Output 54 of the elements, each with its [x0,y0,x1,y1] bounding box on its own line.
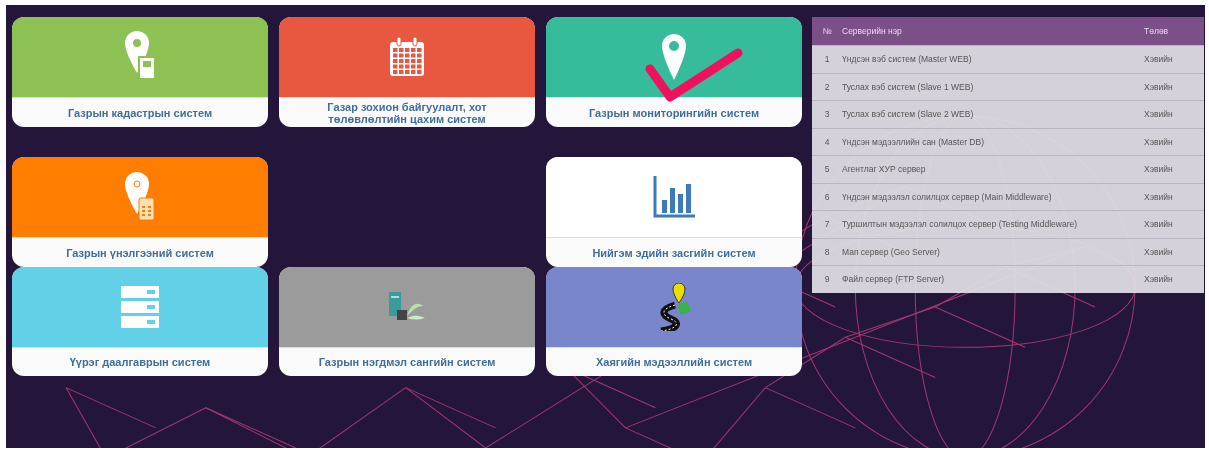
table-cell-text: Агентлаг ХУР сервер [842,164,927,175]
table-cell-text: Хэвийн [1144,219,1174,230]
table-cell-text: Файл сервер (FTP Server) [842,274,946,285]
tile-label: Нийгэм эдийн засгийн систем [591,245,757,261]
table-cell-text: Туслах вэб систем (Slave 2 WEB) [842,109,975,120]
system-tile[interactable]: Газрын мониторингийн систем [546,17,802,127]
table-cell-text: Хэвийн [1144,274,1174,285]
computer-plant-icon [387,292,427,322]
table-cell-text: Туршилтын мэдээлэл солилцох сервер (Testing Middleware) [842,219,1079,230]
table-cell-text: 9 [823,274,831,285]
table-cell-text: Хэвийн [1144,81,1174,92]
table-cell-text: 8 [823,246,831,257]
table-cell-text: 4 [823,136,831,147]
table-cell-text: Үндсэн мэдээллийн сан (Master DB) [842,136,985,147]
tile-label: Газрын мониторингийн систем [587,105,761,121]
tile-label: Газрын үнэлгээний систем [65,245,215,261]
table-cell-text: Хэвийн [1144,191,1174,202]
table-cell-text: Туслах вэб систем (Slave 1 WEB) [842,81,975,92]
tile-label: Газрын кадастрын систем [66,105,214,121]
column-header: Төлөв [1144,26,1170,36]
column-header: № [821,26,833,36]
column-header: Серверийн нэр [842,26,903,36]
table-cell-text: 2 [823,81,831,92]
system-tile[interactable]: Газрын нэгдмэл сангийн систем [279,267,535,376]
table-cell-text: 1 [823,54,831,65]
table-cell-text: Хэвийн [1144,109,1174,120]
road-map-pin-icon [657,283,691,331]
table-cell-text: Хэвийн [1144,136,1174,147]
system-tile[interactable]: Нийгэм эдийн засгийн систем [546,157,802,267]
tile-label: Үүрэг даалгаврын систем [68,355,212,370]
table-cell-text: Хэвийн [1144,246,1174,257]
table-cell-text: 3 [823,109,831,120]
checkmark-icon [644,47,744,105]
tile-label: Газар зохион байгуулалт, хот төлөвлөлтийн цахим систем [326,99,488,127]
table-cell-text: 7 [823,219,831,230]
tile-label: Газрын нэгдмэл сангийн систем [317,355,497,370]
system-tile[interactable]: Үүрэг даалгаврын систем [12,267,268,376]
table-cell-text: 5 [823,164,831,175]
system-tile[interactable]: Хаягийн мэдээллийн систем [546,267,802,376]
map-pin-icon [662,34,686,80]
table-cell-text: Үндсэн мэдээлэл солилцох сервер (Main Middleware) [842,191,1053,202]
table-cell-text: Үндсэн вэб систем (Master WEB) [842,54,973,65]
bar-chart-icon [653,176,695,218]
calendar-icon [389,37,425,77]
system-tile[interactable]: Газрын кадастрын систем [12,17,268,127]
map-pin-calculator-icon [125,172,155,222]
table-cell-text: Мап сервер (Geo Server) [842,246,941,257]
table-cell-text: Хэвийн [1144,164,1174,175]
table-cell-text: 6 [823,191,831,202]
server-stack-icon [121,286,159,328]
table-cell-text: Хэвийн [1144,54,1174,65]
system-tile[interactable]: Газрын үнэлгээний систем [12,157,268,267]
tile-label: Хаягийн мэдээллийн систем [594,355,754,370]
system-tile[interactable]: Газар зохион байгуулалт, хот төлөвлөлтийн цахим систем [279,17,535,127]
